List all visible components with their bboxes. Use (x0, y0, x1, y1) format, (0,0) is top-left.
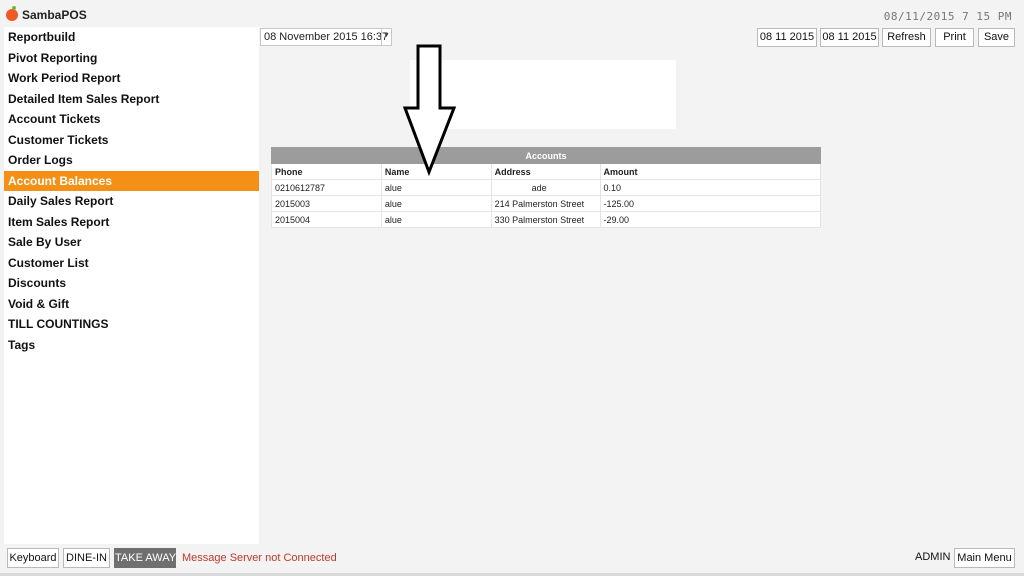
column-header-amount: Amount (599, 163, 822, 180)
sidebar-item-order-logs[interactable]: Order Logs (4, 150, 259, 171)
cell-amount: -29.00 (599, 211, 822, 228)
sidebar-item-customer-tickets[interactable]: Customer Tickets (4, 130, 259, 151)
sidebar-item-customer-list[interactable]: Customer List (4, 253, 259, 274)
logged-in-user: ADMIN (915, 551, 951, 563)
take-away-button[interactable]: TAKE AWAY (114, 548, 176, 568)
sidebar-item-tags[interactable]: Tags (4, 335, 259, 356)
report-list-sidebar: Reportbuild Pivot Reporting Work Period … (4, 27, 259, 544)
sidebar-item-account-balances[interactable]: Account Balances (4, 170, 259, 191)
keyboard-button[interactable]: Keyboard (7, 548, 59, 568)
table-row: 2015004 alue 330 Palmerston Street -29.0… (271, 211, 822, 228)
cell-amount: -125.00 (599, 195, 822, 212)
work-period-value: 08 November 2015 16:37 (264, 31, 389, 43)
app-logo: SambaPOS (6, 6, 87, 22)
end-date-button[interactable]: 08 11 2015 (820, 28, 879, 47)
cell-phone: 2015003 (271, 195, 382, 212)
chevron-down-icon[interactable]: ▼ (381, 29, 391, 45)
refresh-button[interactable]: Refresh (882, 28, 931, 47)
save-button[interactable]: Save (978, 28, 1015, 47)
sidebar-item-detailed-item-sales-report[interactable]: Detailed Item Sales Report (4, 89, 259, 110)
sidebar-item-daily-sales-report[interactable]: Daily Sales Report (4, 191, 259, 212)
table-row: 0210612787 alue ade 0.10 (271, 179, 822, 196)
sidebar-item-item-sales-report[interactable]: Item Sales Report (4, 212, 259, 233)
cell-phone: 2015004 (271, 211, 382, 228)
column-header-address: Address (490, 163, 601, 180)
connection-status-message: Message Server not Connected (182, 552, 337, 564)
sidebar-item-sale-by-user[interactable]: Sale By User (4, 232, 259, 253)
table-row: 2015003 alue 214 Palmerston Street -125.… (271, 195, 822, 212)
table-header-row: Phone Name Address Amount (271, 163, 822, 180)
print-button[interactable]: Print (935, 28, 974, 47)
cell-phone: 0210612787 (271, 179, 382, 196)
app-title: SambaPOS (22, 8, 87, 22)
sidebar-item-account-tickets[interactable]: Account Tickets (4, 109, 259, 130)
top-bar: SambaPOS 08/11/2015 7 15 PM (0, 0, 1024, 28)
start-date-button[interactable]: 08 11 2015 (757, 28, 817, 47)
accounts-report-table: Accounts Phone Name Address Amount 02106… (271, 147, 822, 228)
clock-display: 08/11/2015 7 15 PM (883, 10, 1012, 23)
sidebar-item-till-countings[interactable]: TILL COUNTINGS (4, 314, 259, 335)
sidebar-item-discounts[interactable]: Discounts (4, 273, 259, 294)
cell-amount: 0.10 (599, 179, 822, 196)
cell-name: alue (380, 179, 492, 196)
work-period-select[interactable]: 08 November 2015 16:37 ▼ (260, 28, 392, 46)
cell-address-text: ade (531, 182, 547, 193)
sidebar-item-reportbuild[interactable]: Reportbuild (4, 27, 259, 48)
main-menu-button[interactable]: Main Menu (954, 548, 1015, 568)
sidebar-item-work-period-report[interactable]: Work Period Report (4, 68, 259, 89)
dine-in-button[interactable]: DINE-IN (63, 548, 110, 568)
sidebar-item-void-gift[interactable]: Void & Gift (4, 294, 259, 315)
cell-name: alue (380, 211, 492, 228)
cell-name: alue (380, 195, 492, 212)
cell-address: ade (490, 179, 601, 196)
cell-address: 214 Palmerston Street (490, 195, 601, 212)
down-arrow-icon (402, 44, 457, 176)
column-header-phone: Phone (271, 163, 382, 180)
cell-address: 330 Palmerston Street (490, 211, 601, 228)
sambapos-logo-icon (6, 6, 18, 21)
report-title: Accounts (271, 147, 821, 164)
sidebar-item-pivot-reporting[interactable]: Pivot Reporting (4, 48, 259, 69)
